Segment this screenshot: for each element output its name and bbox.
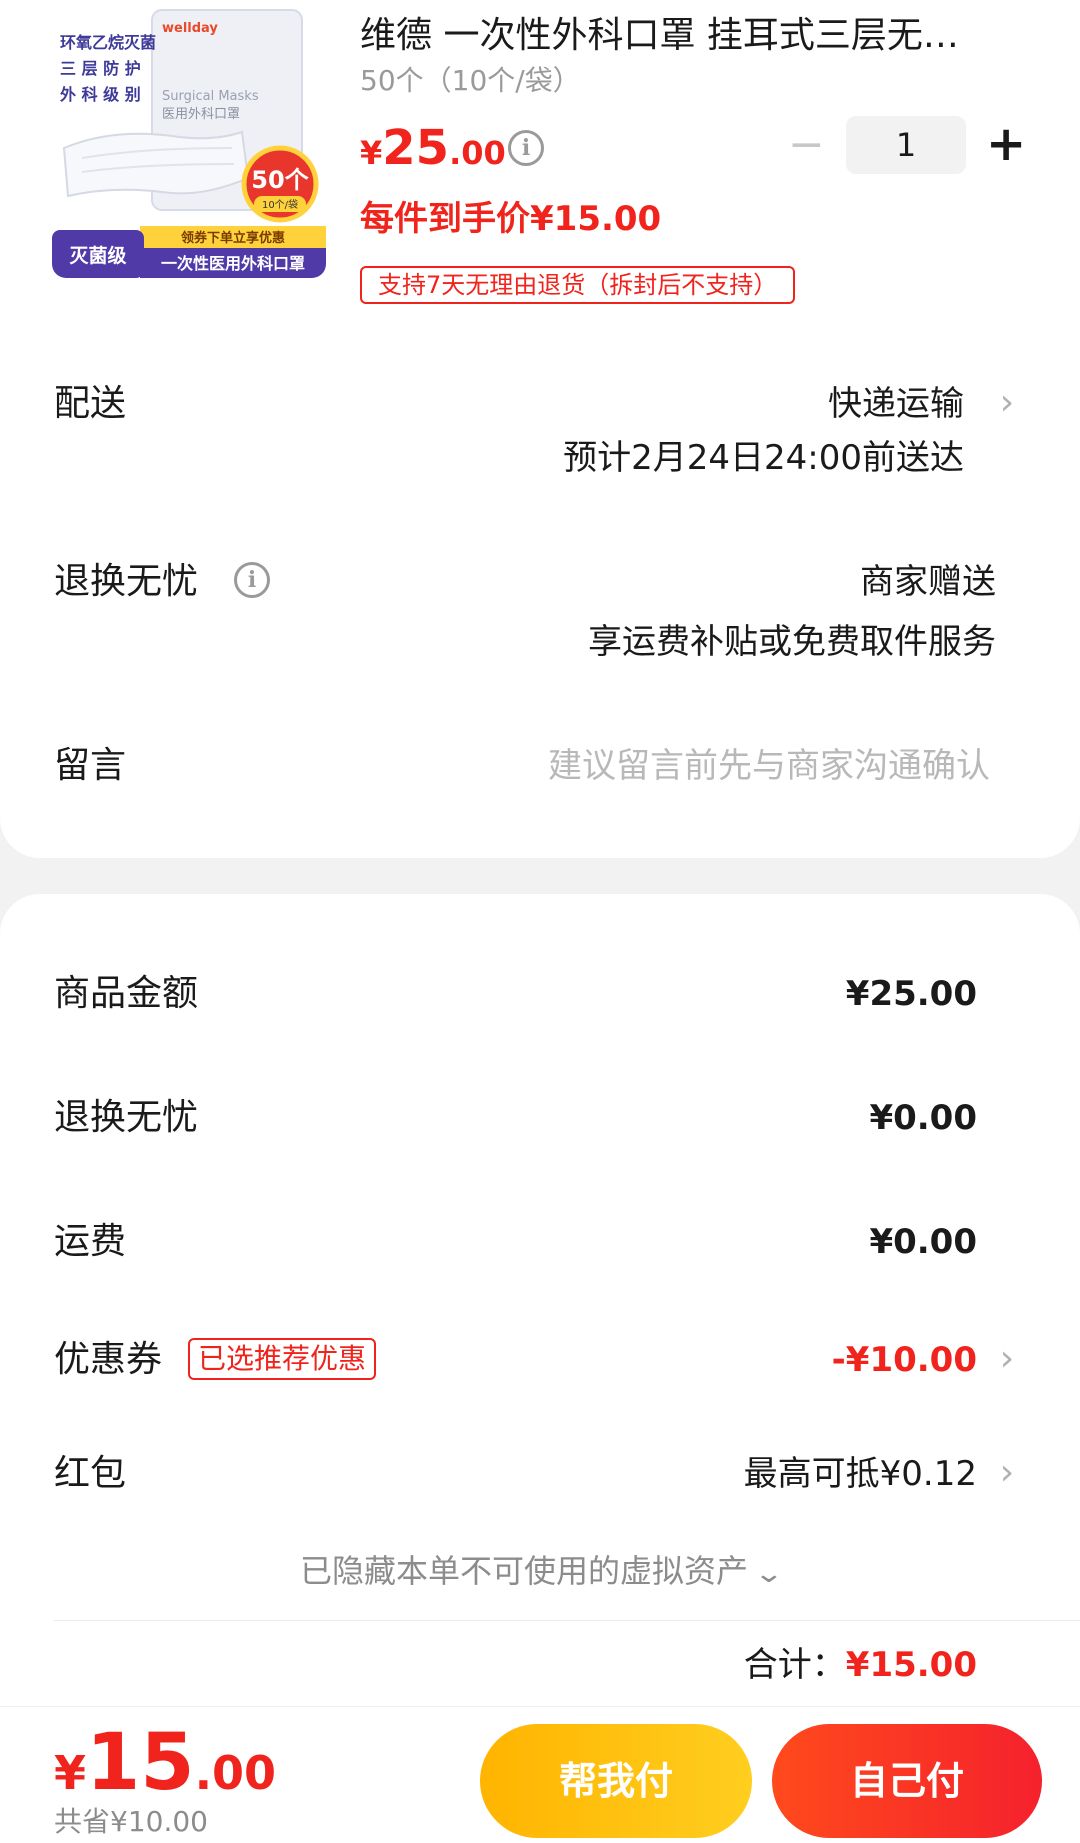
product-spec[interactable]: 50个（10个/袋） <box>360 62 581 100</box>
shipping-fee-value: ¥0.00 <box>869 1222 977 1262</box>
worry-free-value: 商家赠送 <box>860 562 996 602</box>
brand-text: wellday <box>162 21 218 36</box>
chevron-right-icon[interactable]: › <box>996 1336 1018 1384</box>
img-line2: 三 层 防 护 <box>60 59 141 78</box>
chevron-right-icon[interactable]: › <box>996 1450 1018 1498</box>
img-line3: 外 科 级 别 <box>59 85 141 104</box>
chevron-right-icon[interactable]: › <box>996 380 1018 428</box>
price-currency: ¥ <box>360 134 383 172</box>
total-value: ¥15.00 <box>845 1645 977 1685</box>
pack-cn-text: 医用外科口罩 <box>162 107 240 122</box>
mask-package-illustration: wellday Surgical Masks 医用外科口罩 环氧乙烷灭菌 三 层… <box>52 8 326 278</box>
goods-amount-value: ¥25.00 <box>845 974 977 1014</box>
message-label: 留言 <box>54 745 127 786</box>
delivery-label: 配送 <box>54 383 127 424</box>
quantity-decrease-button[interactable]: − <box>788 120 825 170</box>
checkout-page: wellday Surgical Masks 医用外科口罩 环氧乙烷灭菌 三 层… <box>0 0 1080 1843</box>
product-image[interactable]: wellday Surgical Masks 医用外科口罩 环氧乙烷灭菌 三 层… <box>52 8 326 278</box>
quantity-increase-button[interactable]: + <box>986 116 1026 174</box>
price-info-icon[interactable]: i <box>508 130 544 166</box>
help-me-pay-button[interactable]: 帮我付 <box>480 1724 752 1838</box>
shipping-fee-label: 运费 <box>54 1221 127 1262</box>
price-detail-card <box>0 894 1080 1724</box>
hidden-assets-toggle[interactable]: 已隐藏本单不可使用的虚拟资产 ⌄ <box>0 1548 1080 1597</box>
badge-sub: 10个/袋 <box>262 198 298 211</box>
coupon-label: 优惠券 <box>54 1339 163 1380</box>
delivery-method[interactable]: 快递运输 <box>828 380 964 428</box>
pay-myself-button[interactable]: 自己付 <box>772 1724 1042 1838</box>
badge-count: 50个 <box>251 166 309 194</box>
bottom-name-text: 一次性医用外科口罩 <box>161 254 305 273</box>
worry-free-label: 退换无忧 <box>54 561 199 602</box>
hidden-assets-text: 已隐藏本单不可使用的虚拟资产 <box>300 1552 749 1590</box>
coupon-value[interactable]: -¥10.00 <box>832 1336 977 1384</box>
message-input[interactable]: 建议留言前先与商家沟通确认 <box>548 742 990 790</box>
red-packet-label: 红包 <box>54 1453 127 1494</box>
promo-text: 领券下单立享优惠 <box>181 230 285 246</box>
product-title[interactable]: 维德 一次性外科口罩 挂耳式三层无… <box>360 12 1010 60</box>
quantity-input[interactable]: 1 <box>846 116 966 174</box>
price-decimal: .00 <box>449 134 506 172</box>
pack-en-text: Surgical Masks <box>162 89 259 104</box>
worry-free-info-icon[interactable]: i <box>234 562 270 598</box>
pay-currency: ¥ <box>54 1746 87 1800</box>
price-integer: 25 <box>382 120 450 176</box>
divider <box>54 1620 1080 1621</box>
left-tag-text: 灭菌级 <box>68 244 126 267</box>
worry-free-fee-value: ¥0.00 <box>869 1098 977 1138</box>
coupon-selected-tag: 已选推荐优惠 <box>188 1338 377 1380</box>
img-line1: 环氧乙烷灭菌 <box>60 33 156 52</box>
total-label: 合计： <box>743 1645 846 1685</box>
order-total: 合计：¥15.00 <box>744 1640 977 1690</box>
worry-free-fee-label: 退换无忧 <box>54 1097 199 1138</box>
return-policy-tag: 支持7天无理由退货（拆封后不支持） <box>360 266 796 304</box>
red-packet-value[interactable]: 最高可抵¥0.12 <box>744 1450 977 1498</box>
pay-decimal: .00 <box>194 1746 277 1800</box>
goods-amount-label: 商品金额 <box>54 973 199 1014</box>
pay-integer: 15 <box>86 1718 195 1808</box>
product-price: ¥25.00 <box>360 118 506 189</box>
worry-free-desc: 享运费补贴或免费取件服务 <box>588 622 996 662</box>
saved-amount: 共省¥10.00 <box>54 1805 208 1838</box>
unit-price: 每件到手价¥15.00 <box>360 199 662 239</box>
delivery-eta: 预计2月24日24:00前送达 <box>563 438 964 478</box>
chevron-down-icon: ⌄ <box>753 1559 785 1589</box>
